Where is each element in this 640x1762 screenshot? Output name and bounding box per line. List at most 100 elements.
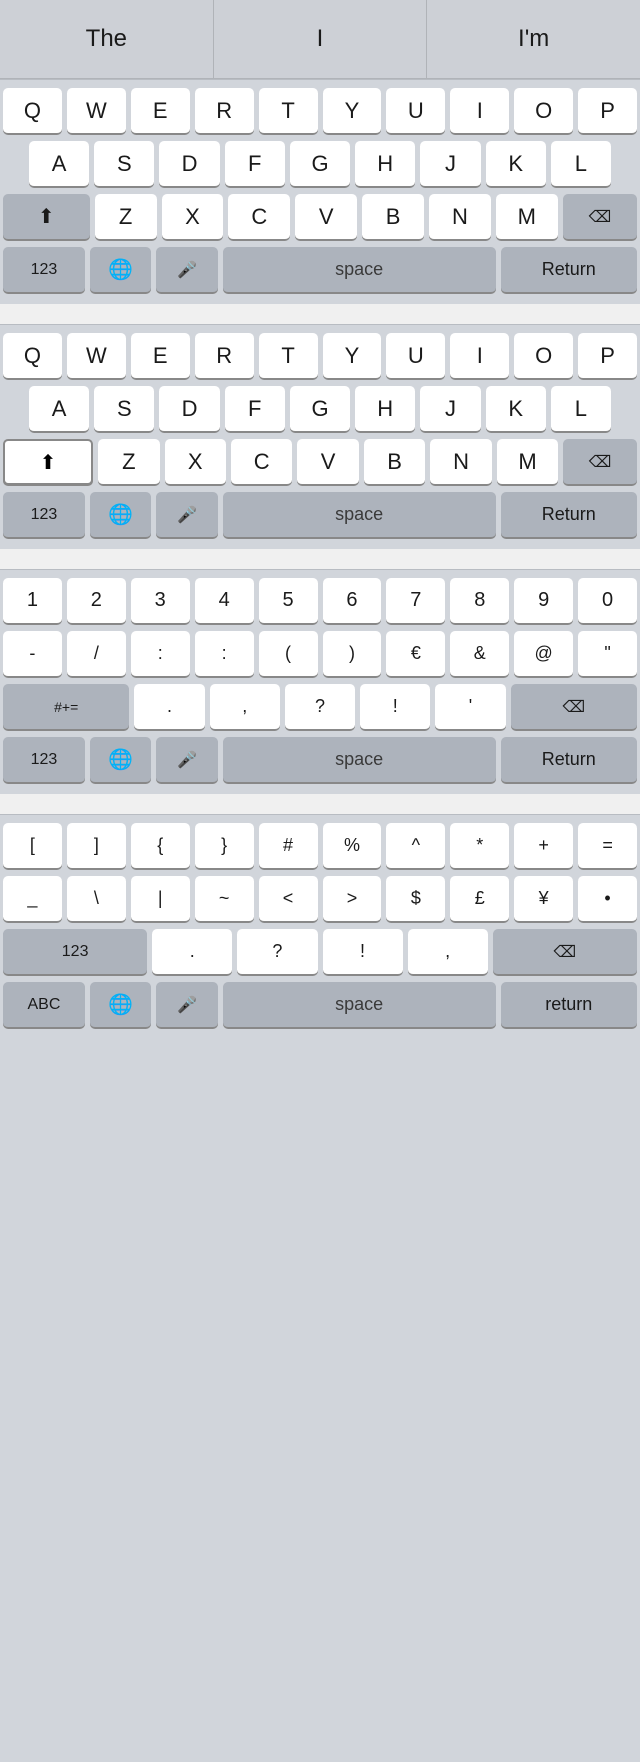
k3-key-2[interactable]: 2 bbox=[67, 578, 126, 624]
key-m[interactable]: M bbox=[496, 194, 558, 240]
k4-key-gt[interactable]: > bbox=[323, 876, 382, 922]
k3-key-1[interactable]: 1 bbox=[3, 578, 62, 624]
shift-key[interactable]: ⬆ bbox=[3, 194, 90, 240]
k2-key-l[interactable]: L bbox=[551, 386, 611, 432]
key-l[interactable]: L bbox=[551, 141, 611, 187]
k2-key-c[interactable]: C bbox=[231, 439, 292, 485]
k3-key-123[interactable]: 123 bbox=[3, 737, 85, 783]
k2-key-o[interactable]: O bbox=[514, 333, 573, 379]
k2-key-d[interactable]: D bbox=[159, 386, 219, 432]
k2-key-h[interactable]: H bbox=[355, 386, 415, 432]
k3-key-rparen[interactable]: ) bbox=[323, 631, 382, 677]
k2-key-e[interactable]: E bbox=[131, 333, 190, 379]
key-x[interactable]: X bbox=[162, 194, 224, 240]
autocomplete-item-the[interactable]: The bbox=[0, 0, 214, 78]
k2-shift-key[interactable]: ⬆ bbox=[3, 439, 93, 485]
k2-key-m[interactable]: M bbox=[497, 439, 558, 485]
key-v[interactable]: V bbox=[295, 194, 357, 240]
k2-key-z[interactable]: Z bbox=[98, 439, 159, 485]
k2-backspace-key[interactable]: ⌫ bbox=[563, 439, 637, 485]
backspace-key[interactable]: ⌫ bbox=[563, 194, 637, 240]
k3-key-apostrophe[interactable]: ' bbox=[435, 684, 505, 730]
k4-key-abc[interactable]: ABC bbox=[3, 982, 85, 1028]
key-b[interactable]: B bbox=[362, 194, 424, 240]
k2-key-g[interactable]: G bbox=[290, 386, 350, 432]
k3-key-4[interactable]: 4 bbox=[195, 578, 254, 624]
key-s[interactable]: S bbox=[94, 141, 154, 187]
k4-key-plus[interactable]: + bbox=[514, 823, 573, 869]
k3-key-comma[interactable]: , bbox=[210, 684, 280, 730]
key-y[interactable]: Y bbox=[323, 88, 382, 134]
k4-mic-key[interactable]: 🎤 bbox=[156, 982, 217, 1028]
autocomplete-item-im[interactable]: I'm bbox=[427, 0, 640, 78]
key-c[interactable]: C bbox=[228, 194, 290, 240]
key-u[interactable]: U bbox=[386, 88, 445, 134]
k4-globe-key[interactable]: 🌐 bbox=[90, 982, 151, 1028]
k3-key-quote[interactable]: " bbox=[578, 631, 637, 677]
k4-return-key[interactable]: return bbox=[501, 982, 637, 1028]
k2-key-i[interactable]: I bbox=[450, 333, 509, 379]
k3-globe-key[interactable]: 🌐 bbox=[90, 737, 151, 783]
key-w[interactable]: W bbox=[67, 88, 126, 134]
key-o[interactable]: O bbox=[514, 88, 573, 134]
key-n[interactable]: N bbox=[429, 194, 491, 240]
key-q[interactable]: Q bbox=[3, 88, 62, 134]
k4-key-dollar[interactable]: $ bbox=[386, 876, 445, 922]
space-key[interactable]: space bbox=[223, 247, 496, 293]
k4-key-equals[interactable]: = bbox=[578, 823, 637, 869]
k4-key-caret[interactable]: ^ bbox=[386, 823, 445, 869]
k2-key-r[interactable]: R bbox=[195, 333, 254, 379]
key-d[interactable]: D bbox=[159, 141, 219, 187]
k4-key-underscore[interactable]: _ bbox=[3, 876, 62, 922]
k3-key-exclaim[interactable]: ! bbox=[360, 684, 430, 730]
k2-key-x[interactable]: X bbox=[165, 439, 226, 485]
k4-key-rbracket[interactable]: ] bbox=[67, 823, 126, 869]
k4-key-tilde[interactable]: ~ bbox=[195, 876, 254, 922]
k3-space-key[interactable]: space bbox=[223, 737, 496, 783]
k4-key-hash[interactable]: # bbox=[259, 823, 318, 869]
k3-key-9[interactable]: 9 bbox=[514, 578, 573, 624]
mic-key[interactable]: 🎤 bbox=[156, 247, 217, 293]
k4-key-comma2[interactable]: , bbox=[408, 929, 488, 975]
k3-key-euro[interactable]: € bbox=[386, 631, 445, 677]
k3-key-dash[interactable]: - bbox=[3, 631, 62, 677]
return-key[interactable]: Return bbox=[501, 247, 637, 293]
key-a[interactable]: A bbox=[29, 141, 89, 187]
k3-key-hashsym[interactable]: #+= bbox=[3, 684, 129, 730]
k4-key-123[interactable]: 123 bbox=[3, 929, 147, 975]
k3-key-slash[interactable]: / bbox=[67, 631, 126, 677]
k4-key-yen[interactable]: ¥ bbox=[514, 876, 573, 922]
k4-key-percent[interactable]: % bbox=[323, 823, 382, 869]
k3-key-6[interactable]: 6 bbox=[323, 578, 382, 624]
globe-key[interactable]: 🌐 bbox=[90, 247, 151, 293]
k3-key-7[interactable]: 7 bbox=[386, 578, 445, 624]
k4-key-lbracket[interactable]: [ bbox=[3, 823, 62, 869]
k2-return-key[interactable]: Return bbox=[501, 492, 637, 538]
k4-key-backslash[interactable]: \ bbox=[67, 876, 126, 922]
k2-mic-key[interactable]: 🎤 bbox=[156, 492, 217, 538]
key-e[interactable]: E bbox=[131, 88, 190, 134]
key-f[interactable]: F bbox=[225, 141, 285, 187]
key-g[interactable]: G bbox=[290, 141, 350, 187]
key-z[interactable]: Z bbox=[95, 194, 157, 240]
k4-key-exclaim2[interactable]: ! bbox=[323, 929, 403, 975]
k2-key-u[interactable]: U bbox=[386, 333, 445, 379]
k4-space-key[interactable]: space bbox=[223, 982, 496, 1028]
k4-backspace-key[interactable]: ⌫ bbox=[493, 929, 637, 975]
key-k[interactable]: K bbox=[486, 141, 546, 187]
k2-key-j[interactable]: J bbox=[420, 386, 480, 432]
k2-key-y[interactable]: Y bbox=[323, 333, 382, 379]
k2-key-a[interactable]: A bbox=[29, 386, 89, 432]
k3-key-lparen[interactable]: ( bbox=[259, 631, 318, 677]
key-r[interactable]: R bbox=[195, 88, 254, 134]
k4-key-dot[interactable]: • bbox=[578, 876, 637, 922]
key-123[interactable]: 123 bbox=[3, 247, 85, 293]
k3-key-colon1[interactable]: : bbox=[131, 631, 190, 677]
k4-key-period2[interactable]: . bbox=[152, 929, 232, 975]
k4-key-lt[interactable]: < bbox=[259, 876, 318, 922]
k4-key-question2[interactable]: ? bbox=[237, 929, 317, 975]
k4-key-pipe[interactable]: | bbox=[131, 876, 190, 922]
k2-key-w[interactable]: W bbox=[67, 333, 126, 379]
key-p[interactable]: P bbox=[578, 88, 637, 134]
k3-key-colon2[interactable]: : bbox=[195, 631, 254, 677]
